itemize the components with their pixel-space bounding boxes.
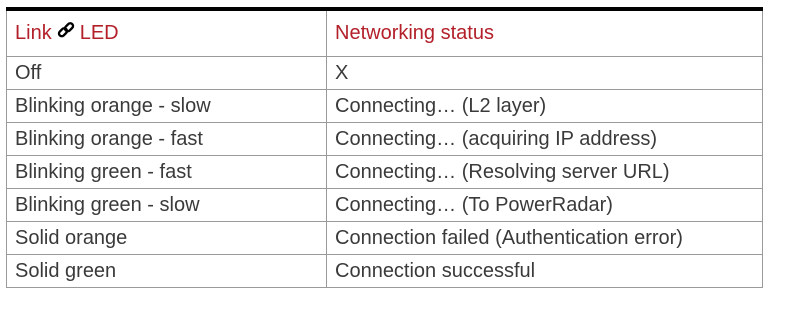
status-cell: X xyxy=(326,56,763,90)
led-status-table: Link LED Networking status Off X Blinking… xyxy=(6,7,763,288)
header-status-column: Networking status xyxy=(326,7,763,57)
page: { "table": { "header": { "col1_prefix": … xyxy=(0,0,794,331)
status-cell: Connecting… (L2 layer) xyxy=(326,89,763,123)
led-cell: Blinking green - slow xyxy=(6,188,327,222)
table-row: Solid orange Connection failed (Authenti… xyxy=(6,221,763,255)
link-icon xyxy=(56,21,76,47)
led-cell: Off xyxy=(6,56,327,90)
status-cell: Connecting… (Resolving server URL) xyxy=(326,155,763,189)
header-led-label: LED xyxy=(79,21,119,44)
table-row: Blinking orange - slow Connecting… (L2 l… xyxy=(6,89,763,123)
led-cell: Blinking orange - slow xyxy=(6,89,327,123)
table-row: Blinking green - slow Connecting… (To Po… xyxy=(6,188,763,222)
led-cell: Solid orange xyxy=(6,221,327,255)
table-row: Solid green Connection successful xyxy=(6,254,763,288)
status-cell: Connection failed (Authentication error) xyxy=(326,221,763,255)
table-row: Blinking green - fast Connecting… (Resol… xyxy=(6,155,763,189)
led-cell: Blinking green - fast xyxy=(6,155,327,189)
table-header-row: Link LED Networking status xyxy=(6,7,763,57)
led-cell: Solid green xyxy=(6,254,327,288)
status-cell: Connecting… (To PowerRadar) xyxy=(326,188,763,222)
led-cell: Blinking orange - fast xyxy=(6,122,327,156)
table-row: Blinking orange - fast Connecting… (acqu… xyxy=(6,122,763,156)
table-row: Off X xyxy=(6,56,763,90)
status-cell: Connection successful xyxy=(326,254,763,288)
header-led-column: Link LED xyxy=(6,7,327,57)
status-cell: Connecting… (acquiring IP address) xyxy=(326,122,763,156)
header-link-label: Link xyxy=(15,21,52,44)
